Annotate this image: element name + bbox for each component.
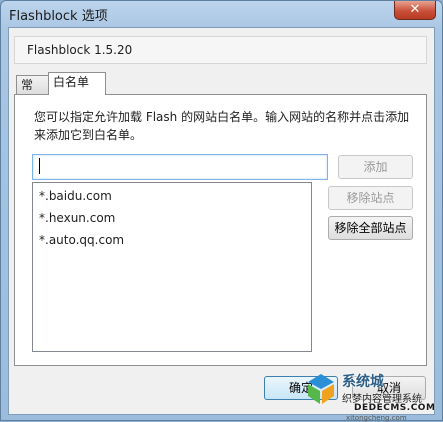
list-item[interactable]: *.auto.qq.com: [33, 230, 311, 252]
version-label: Flashblock 1.5.20: [27, 43, 133, 57]
close-button[interactable]: ✕: [394, 1, 436, 20]
close-icon: ✕: [409, 2, 421, 17]
add-button[interactable]: 添加: [338, 155, 413, 179]
remove-site-button[interactable]: 移除站点: [328, 186, 413, 210]
title-bar[interactable]: Flashblock 选项 ✕: [1, 1, 442, 27]
tab-whitelist[interactable]: 白名单: [48, 72, 106, 95]
whitelist-description: 您可以指定允许加载 Flash 的网站白名单。输入网站的名称并点击添加来添加它到…: [34, 110, 410, 142]
remove-all-sites-button[interactable]: 移除全部站点: [328, 216, 413, 240]
whitelist-site-list[interactable]: *.baidu.com *.hexun.com *.auto.qq.com: [32, 182, 312, 352]
watermark: 系统城 织梦内容管理系统 DEDECMS.COM xitongcheng.com: [306, 370, 443, 422]
tab-general[interactable]: 常规: [16, 75, 49, 111]
watermark-brand: 系统城: [342, 374, 384, 390]
watermark-url: DEDECMS.COM: [354, 403, 436, 413]
site-input[interactable]: [32, 154, 328, 180]
list-item[interactable]: *.baidu.com: [33, 186, 311, 208]
text-caret: [39, 158, 40, 174]
window-title: Flashblock 选项: [9, 9, 108, 24]
version-panel: Flashblock 1.5.20: [14, 36, 427, 64]
watermark-logo-icon: [308, 374, 334, 404]
list-item[interactable]: *.hexun.com: [33, 208, 311, 230]
